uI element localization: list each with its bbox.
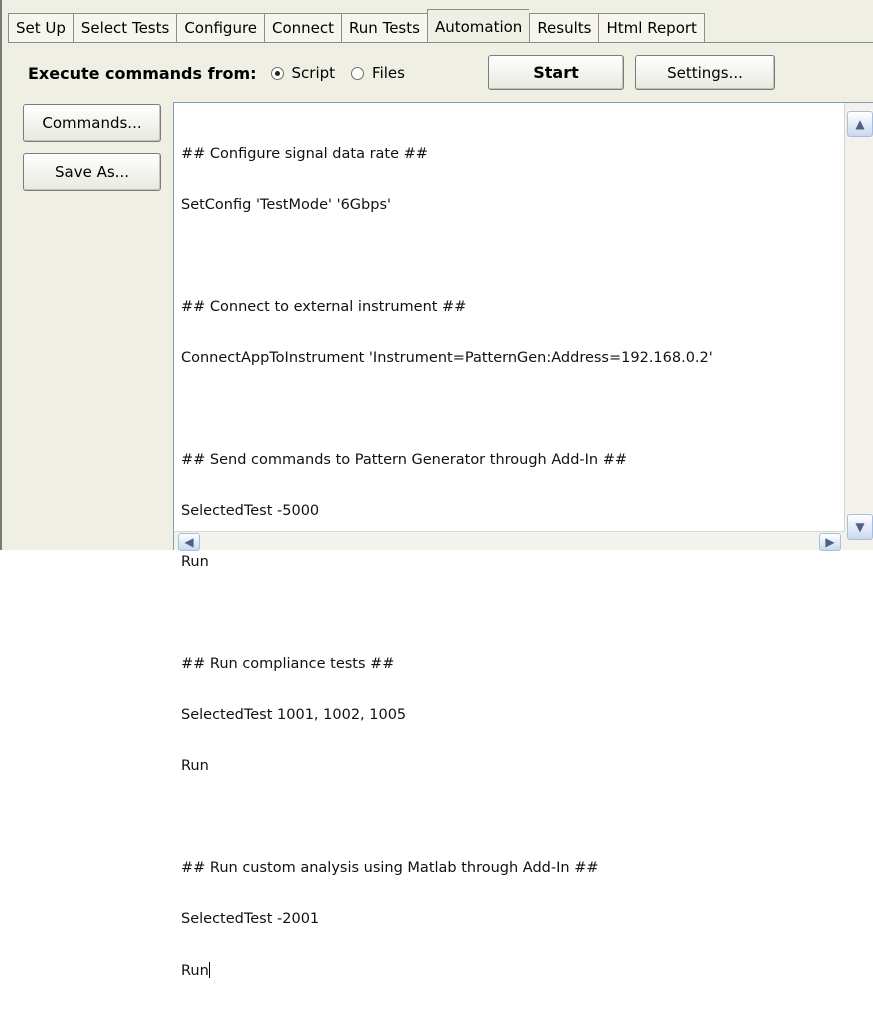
script-line: SelectedTest -2001 [181, 911, 320, 927]
script-line [181, 248, 837, 265]
text-caret [208, 962, 210, 978]
execute-label: Execute commands from: [28, 63, 257, 83]
tab-configure[interactable]: Configure [176, 13, 265, 42]
vertical-scrollbar[interactable]: ▲ ▼ [844, 103, 873, 550]
script-line: SelectedTest 1001, 1002, 1005 [181, 707, 407, 723]
chevron-up-icon: ▲ [855, 117, 865, 131]
settings-button[interactable]: Settings... [635, 55, 775, 90]
tab-html-report[interactable]: Html Report [598, 13, 705, 42]
script-text[interactable]: ## Configure signal data rate ## SetConf… [181, 112, 837, 1014]
script-line: ## Run custom analysis using Matlab thro… [181, 860, 599, 876]
files-radio-label: Files [372, 64, 405, 82]
tab-results[interactable]: Results [529, 13, 599, 42]
scroll-up-button[interactable]: ▲ [847, 111, 873, 137]
script-line [181, 809, 837, 826]
script-radio[interactable]: Script [270, 64, 336, 82]
tab-divider [8, 42, 873, 43]
script-line: ## Run compliance tests ## [181, 656, 395, 672]
tab-strip: Set Up Select Tests Configure Connect Ru… [8, 8, 705, 43]
tab-connect[interactable]: Connect [264, 13, 342, 42]
chevron-down-icon: ▼ [855, 520, 865, 534]
script-editor[interactable]: ## Configure signal data rate ## SetConf… [173, 102, 873, 979]
script-line: Run [181, 963, 209, 979]
script-line: ## Configure signal data rate ## [181, 146, 428, 162]
script-last-line: Run [181, 962, 837, 980]
script-line: ConnectAppToInstrument 'Instrument=Patte… [181, 350, 713, 366]
script-radio-label: Script [291, 64, 336, 82]
scroll-left-button[interactable]: ◀ [178, 533, 200, 551]
files-radio-dot[interactable] [351, 66, 365, 80]
tab-select-tests[interactable]: Select Tests [72, 13, 177, 42]
script-line: ## Send commands to Pattern Generator th… [181, 452, 628, 468]
scroll-down-button[interactable]: ▼ [847, 514, 873, 540]
tab-run-tests[interactable]: Run Tests [341, 13, 427, 42]
script-line: ## Connect to external instrument ## [181, 299, 467, 315]
chevron-left-icon: ◀ [184, 535, 194, 549]
script-line: SelectedTest -5000 [181, 503, 320, 519]
script-line: Run [181, 758, 209, 774]
chevron-right-icon: ▶ [825, 535, 835, 549]
tab-set-up[interactable]: Set Up [8, 13, 73, 42]
automation-panel: Set Up Select Tests Configure Connect Ru… [0, 0, 873, 979]
tab-automation[interactable]: Automation [426, 9, 530, 43]
script-radio-dot[interactable] [270, 66, 284, 80]
save-as-button[interactable]: Save As... [23, 153, 161, 191]
start-button[interactable]: Start [488, 55, 624, 90]
script-line [181, 401, 837, 418]
horizontal-scrollbar[interactable]: ◀ ▶ [174, 531, 845, 551]
scroll-right-button[interactable]: ▶ [819, 533, 841, 551]
script-line: Run [181, 554, 209, 570]
script-line: SetConfig 'TestMode' '6Gbps' [181, 197, 391, 213]
script-line [181, 605, 837, 622]
commands-button[interactable]: Commands... [23, 104, 161, 142]
files-radio[interactable]: Files [351, 64, 405, 82]
execute-source-row: Execute commands from: Script Files [28, 58, 421, 88]
